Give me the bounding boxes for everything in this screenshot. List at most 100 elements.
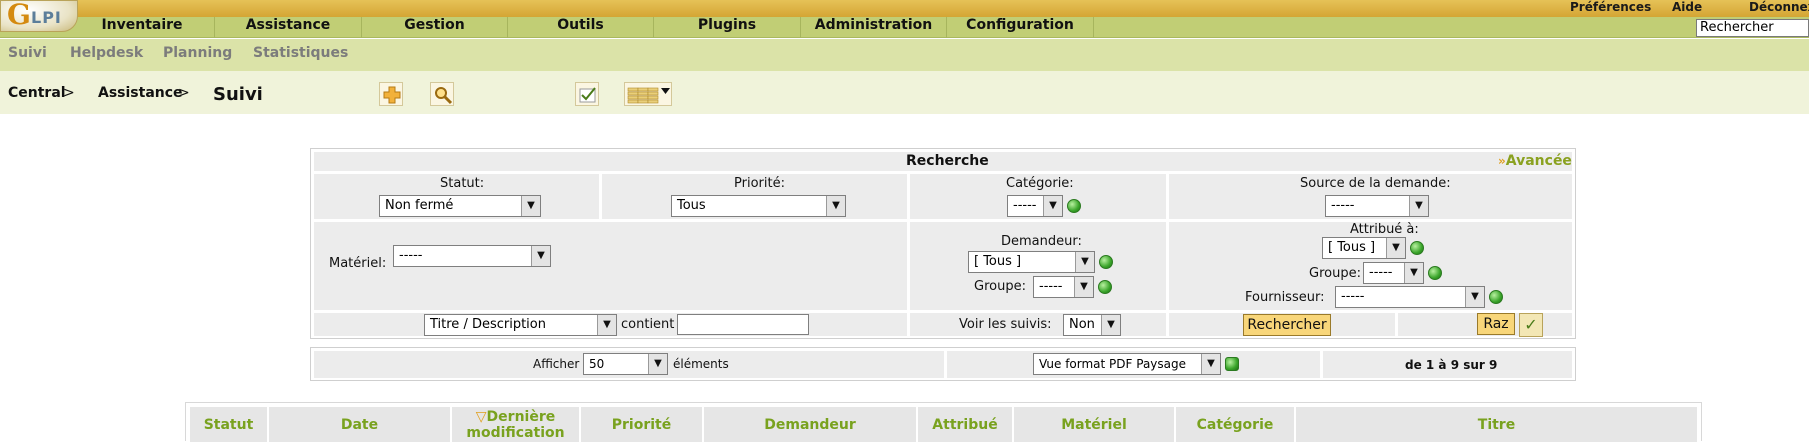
statut-label: Statut: <box>440 176 485 191</box>
submenu-helpdesk[interactable]: Helpdesk <box>70 45 143 61</box>
materiel-select[interactable]: ----- ▼ <box>393 245 551 267</box>
add-requester-group-icon[interactable] <box>1098 280 1112 294</box>
search-panel-title: Recherche <box>906 153 989 169</box>
menu-assistance[interactable]: Assistance <box>215 17 362 38</box>
materiel-cell: Matériel: ----- ▼ <box>314 222 907 310</box>
per-page-value: 50 <box>589 357 605 371</box>
breadcrumb-separator: > <box>63 85 75 101</box>
pager-bar: Afficher 50 ▼ éléments Vue format PDF Pay… <box>310 347 1576 381</box>
export-format-select[interactable]: Vue format PDF Paysage ▼ <box>1033 353 1221 375</box>
categorie-select[interactable]: ----- ▼ <box>1007 195 1063 217</box>
demandeur-select[interactable]: [ Tous ] ▼ <box>968 251 1095 273</box>
column-categorie[interactable]: Catégorie <box>1176 407 1296 442</box>
demandeur-groupe-value: ----- <box>1039 279 1063 294</box>
sub-menu: Suivi Helpdesk Planning Statistiques <box>0 39 1809 71</box>
materiel-label: Matériel: <box>329 256 387 271</box>
glpi-logo[interactable]: G LPI <box>0 0 78 32</box>
breadcrumb-separator: > <box>178 85 190 101</box>
column-date[interactable]: Date <box>269 407 452 442</box>
global-search-input[interactable]: Rechercher <box>1696 19 1809 37</box>
add-icon[interactable] <box>379 82 403 106</box>
submenu-statistiques[interactable]: Statistiques <box>253 45 348 61</box>
fournisseur-select[interactable]: ----- ▼ <box>1335 286 1485 308</box>
demandeur-label: Demandeur: <box>1001 234 1082 249</box>
sort-desc-icon: ▽ <box>475 408 487 425</box>
logout-link[interactable]: Déconnexion <box>1749 0 1809 14</box>
breadcrumb-assistance[interactable]: Assistance <box>98 85 183 101</box>
attribue-groupe-select[interactable]: ----- ▼ <box>1363 262 1424 284</box>
export-cell: Vue format PDF Paysage ▼ <box>947 351 1320 378</box>
add-requester-icon[interactable] <box>1099 255 1113 269</box>
chevron-down-icon: ▼ <box>1409 196 1428 216</box>
voir-suivis-label: Voir les suivis: <box>959 317 1052 332</box>
column-statut[interactable]: Statut <box>190 407 269 442</box>
add-category-icon[interactable] <box>1067 199 1081 213</box>
categorie-cell: Catégorie: ----- ▼ <box>910 174 1166 219</box>
add-assignee-group-icon[interactable] <box>1428 266 1442 280</box>
chevron-down-icon: ▼ <box>1201 354 1220 374</box>
voir-suivis-select[interactable]: Non ▼ <box>1063 314 1121 336</box>
statut-select[interactable]: Non fermé ▼ <box>379 195 541 217</box>
field-select[interactable]: Titre / Description ▼ <box>424 314 617 336</box>
advanced-search-link[interactable]: »Avancée <box>1498 153 1572 169</box>
per-page-cell: Afficher 50 ▼ éléments <box>314 351 944 378</box>
search-button[interactable]: Rechercher <box>1243 314 1331 336</box>
top-bar <box>0 0 1809 17</box>
voir-suivis-cell: Voir les suivis: Non ▼ <box>910 313 1166 336</box>
chevron-down-icon: ▼ <box>1075 252 1094 272</box>
save-search-icon[interactable]: ✓ <box>1519 313 1543 337</box>
attribue-select[interactable]: [ Tous ] ▼ <box>1322 237 1406 259</box>
column-priorite[interactable]: Priorité <box>581 407 704 442</box>
pagination-range: de 1 à 9 sur 9 <box>1405 358 1498 372</box>
column-demandeur[interactable]: Demandeur <box>704 407 918 442</box>
results-table: Statut Date ▽Dernière modification Prior… <box>185 402 1702 442</box>
page-title: Suivi <box>213 84 263 105</box>
attribue-cell: Attribué à: [ Tous ] ▼ Groupe: ----- ▼ Fou… <box>1169 222 1572 310</box>
menu-plugins[interactable]: Plugins <box>654 17 801 38</box>
column-attribue[interactable]: Attribué <box>918 407 1014 442</box>
help-link[interactable]: Aide <box>1672 0 1702 14</box>
export-icon[interactable] <box>1225 357 1239 371</box>
submenu-suivi[interactable]: Suivi <box>8 45 47 61</box>
chevron-down-icon: ▼ <box>521 196 540 216</box>
source-label: Source de la demande: <box>1300 176 1451 191</box>
column-materiel[interactable]: Matériel <box>1014 407 1176 442</box>
reset-button[interactable]: Raz <box>1477 313 1515 335</box>
elements-label: éléments <box>673 357 729 371</box>
menu-gestion[interactable]: Gestion <box>362 17 508 38</box>
submenu-planning[interactable]: Planning <box>163 45 232 61</box>
fournisseur-label: Fournisseur: <box>1245 290 1325 305</box>
menu-inventaire[interactable]: Inventaire <box>70 17 215 38</box>
column-list-icon[interactable] <box>624 82 672 106</box>
demandeur-value: [ Tous ] <box>974 254 1022 269</box>
column-derniere-modification[interactable]: ▽Dernière modification <box>452 407 581 442</box>
source-cell: Source de la demande: ----- ▼ <box>1169 174 1572 219</box>
materiel-value: ----- <box>399 248 423 263</box>
priorite-cell: Priorité: Tous ▼ <box>602 174 907 219</box>
source-select[interactable]: ----- ▼ <box>1325 195 1429 217</box>
demandeur-groupe-select[interactable]: ----- ▼ <box>1033 276 1094 298</box>
add-supplier-icon[interactable] <box>1489 290 1503 304</box>
contains-input[interactable] <box>677 314 809 335</box>
breadcrumb-central[interactable]: Central <box>8 85 66 101</box>
chevron-down-icon: ▼ <box>826 196 845 216</box>
column-titre[interactable]: Titre <box>1296 407 1697 442</box>
range-cell: de 1 à 9 sur 9 <box>1323 351 1572 378</box>
checklist-icon[interactable] <box>575 82 599 106</box>
voir-suivis-value: Non <box>1069 317 1095 332</box>
chevron-down-icon: ▼ <box>531 246 550 266</box>
chevron-down-icon: ▼ <box>1074 277 1093 297</box>
menu-outils[interactable]: Outils <box>508 17 654 38</box>
chevron-down-icon: ▼ <box>1101 315 1120 335</box>
priorite-select[interactable]: Tous ▼ <box>671 195 846 217</box>
menu-configuration[interactable]: Configuration <box>947 17 1094 38</box>
add-assignee-icon[interactable] <box>1410 241 1424 255</box>
menu-administration[interactable]: Administration <box>801 17 947 38</box>
per-page-select[interactable]: 50 ▼ <box>583 353 668 375</box>
text-search-cell: Titre / Description ▼ contient <box>314 313 907 336</box>
attribue-value: [ Tous ] <box>1328 240 1376 255</box>
search-icon[interactable] <box>430 82 454 106</box>
search-panel-header: Recherche »Avancée <box>314 152 1572 171</box>
chevron-down-icon: ▼ <box>1465 287 1484 307</box>
preferences-link[interactable]: Préférences <box>1570 0 1651 14</box>
